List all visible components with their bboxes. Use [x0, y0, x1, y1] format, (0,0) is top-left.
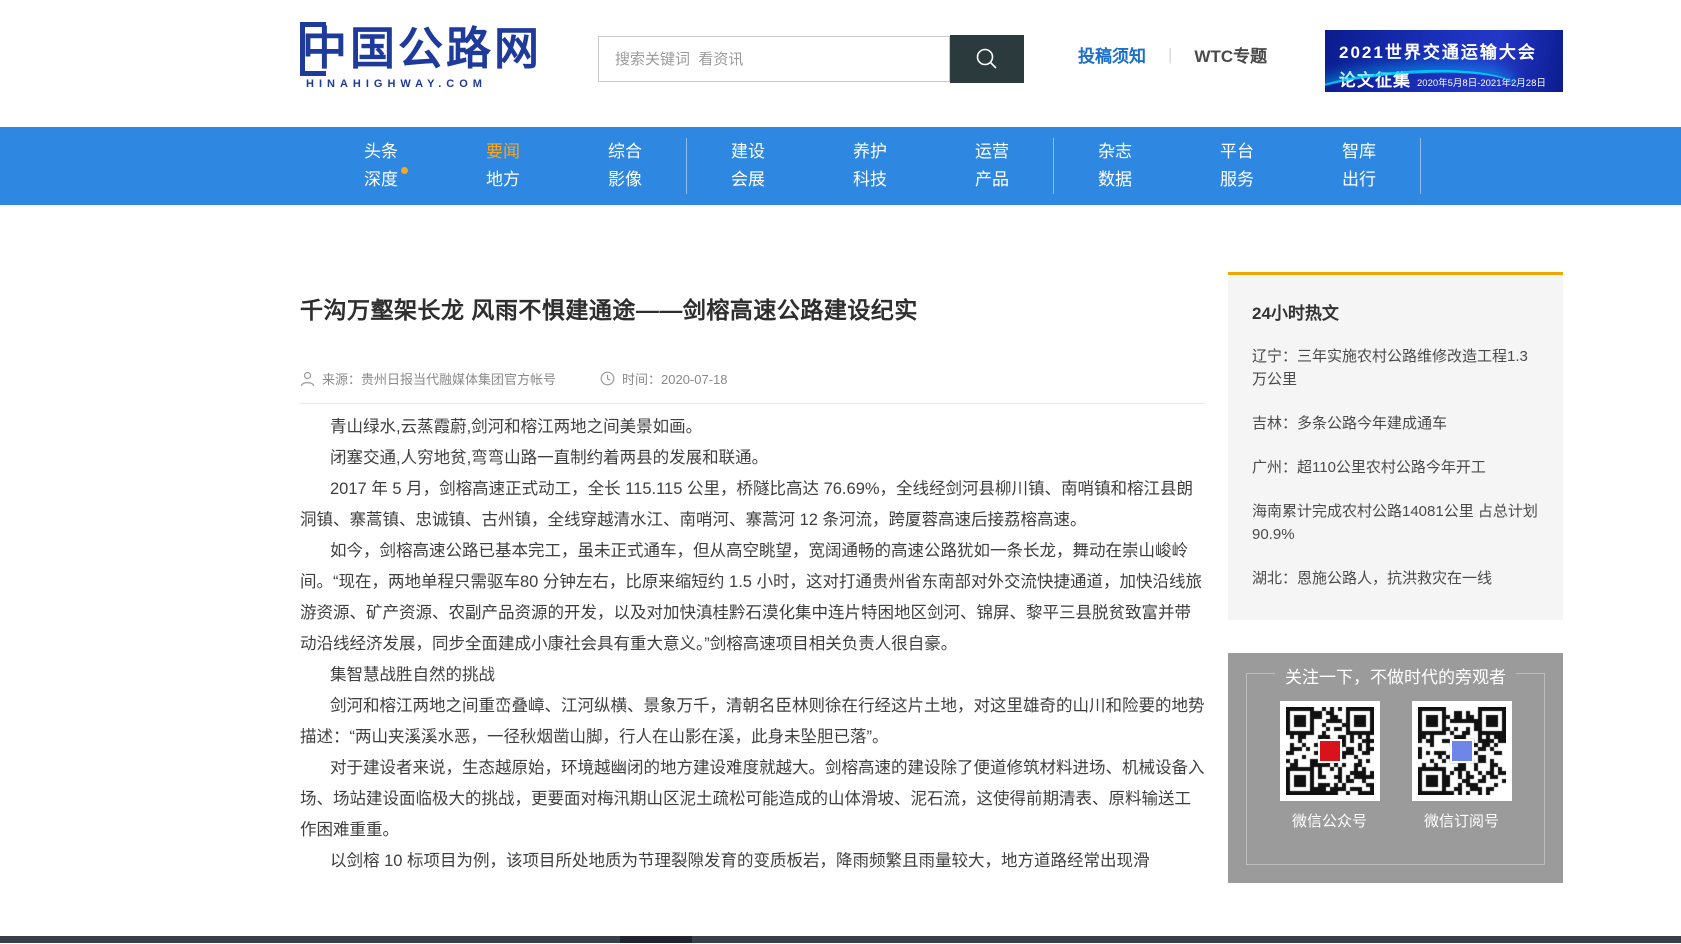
nav-col-general: 综合 影像 [564, 138, 686, 194]
article-paragraph: 剑河和榕江两地之间重峦叠嶂、江河纵横、景象万千，清朝名臣林则徐在行经这片土地，对… [300, 691, 1205, 753]
nav-item-magazine[interactable]: 杂志 [1054, 141, 1176, 163]
logo-domain-text: HINAHIGHWAY.COM [306, 78, 542, 90]
nav-item-operation[interactable]: 运营 [931, 141, 1053, 163]
qr-cell-official: 微信公众号 [1280, 701, 1380, 831]
logo-text: 中国公路网 [302, 24, 542, 74]
nav-item-thinktank[interactable]: 智库 [1298, 141, 1420, 163]
nav-item-maintenance[interactable]: 养护 [809, 141, 931, 163]
nav-col-construction: 建设 会展 [687, 138, 809, 194]
search-bar [598, 36, 1024, 83]
nav-item-topnews-active[interactable]: 要闻 [442, 141, 564, 163]
new-indicator-dot [401, 167, 408, 174]
link-separator: | [1168, 45, 1172, 65]
nav-item-data[interactable]: 数据 [1054, 169, 1176, 191]
wechat-official-qr-code [1280, 701, 1380, 801]
hot-article-link[interactable]: 海南累计完成农村公路14081公里 占总计划90.9% [1252, 500, 1539, 546]
article-meta: 来源：贵州日报当代融媒体集团官方帐号 时间：2020-07-18 [300, 369, 1205, 387]
article-source-text: 来源：贵州日报当代融媒体集团官方帐号 [322, 369, 556, 388]
site-header: 中国公路网 HINAHIGHWAY.COM 投稿须知 | [0, 0, 1681, 127]
search-input[interactable] [598, 36, 950, 82]
article-paragraph: 以剑榕 10 标项目为例，该项目所处地质为节理裂隙发育的变质板岩，降雨频繁且雨量… [300, 846, 1205, 877]
nav-col-platform: 平台 服务 [1176, 138, 1298, 194]
article-paragraph: 对于建设者来说，生态越原始，环境越幽闭的地方建设难度就越大。剑榕高速的建设除了便… [300, 753, 1205, 846]
sidebar: 24小时热文 辽宁：三年实施农村公路维修改造工程1.3万公里 吉林：多条公路今年… [1228, 272, 1563, 883]
hot-articles-panel: 24小时热文 辽宁：三年实施农村公路维修改造工程1.3万公里 吉林：多条公路今年… [1228, 272, 1563, 620]
qr-center-logo-blue [1450, 739, 1474, 763]
header-links: 投稿须知 | WTC专题 [1078, 42, 1267, 67]
nav-group-platform: 杂志 数据 平台 服务 智库 出行 [1054, 138, 1421, 194]
wechat-follow-panel: 关注一下，不做时代的旁观者 微信公众号 [1228, 653, 1563, 883]
nav-item-construction[interactable]: 建设 [687, 141, 809, 163]
nav-col-headlines: 头条 深度 [320, 138, 442, 194]
nav-col-maintenance: 养护 科技 [809, 138, 931, 194]
article-paragraph: 集智慧战胜自然的挑战 [300, 660, 1205, 691]
site-logo[interactable]: 中国公路网 HINAHIGHWAY.COM [300, 22, 542, 90]
nav-col-operation: 运营 产品 [931, 138, 1053, 194]
article-time: 时间：2020-07-18 [600, 369, 728, 388]
qr-label-subscription: 微信订阅号 [1412, 810, 1512, 831]
article-time-text: 时间：2020-07-18 [622, 369, 728, 388]
nav-item-travel[interactable]: 出行 [1298, 169, 1420, 191]
qr-cell-subscription: 微信订阅号 [1412, 701, 1512, 831]
search-icon [974, 46, 1000, 72]
clock-icon [600, 371, 615, 386]
qr-center-logo-red [1318, 739, 1342, 763]
hot-article-link[interactable]: 辽宁：三年实施农村公路维修改造工程1.3万公里 [1252, 345, 1539, 391]
nav-item-local[interactable]: 地方 [442, 169, 564, 191]
nav-col-thinktank: 智库 出行 [1298, 138, 1420, 194]
header-inner: 中国公路网 HINAHIGHWAY.COM 投稿须知 | [300, 0, 1563, 127]
ad-banner-subtitle: 论文征集 [1339, 66, 1411, 91]
wechat-subscription-qr-code [1412, 701, 1512, 801]
ad-banner-title: 2021世界交通运输大会 [1339, 38, 1563, 63]
article-body: 青山绿水,云蒸霞蔚,剑河和榕江两地之间美景如画。 闭塞交通,人穷地贫,弯弯山路一… [300, 412, 1205, 877]
article-paragraph: 如今，剑榕高速公路已基本完工，虽未正式通车，但从高空眺望，宽阔通畅的高速公路犹如… [300, 536, 1205, 660]
nav-item-technology[interactable]: 科技 [809, 169, 931, 191]
logo-row: 中国公路网 [300, 22, 542, 76]
wtc-ad-banner[interactable]: 2021世界交通运输大会 论文征集 2020年5月8日-2021年2月28日 [1325, 30, 1563, 92]
hot-article-link[interactable]: 吉林：多条公路今年建成通车 [1252, 412, 1539, 435]
nav-item-exhibition[interactable]: 会展 [687, 169, 809, 191]
nav-group-news: 头条 深度 要闻 地方 综合 影像 [320, 138, 687, 194]
nav-group-industry: 建设 会展 养护 科技 运营 产品 [687, 138, 1054, 194]
article-source: 来源：贵州日报当代融媒体集团官方帐号 [300, 369, 556, 388]
hot-article-link[interactable]: 广州：超110公里农村公路今年开工 [1252, 456, 1539, 479]
nav-menu: 头条 深度 要闻 地方 综合 影像 建设 会展 养护 [320, 138, 1421, 194]
qr-label-official: 微信公众号 [1280, 810, 1380, 831]
nav-item-platform[interactable]: 平台 [1176, 141, 1298, 163]
article-paragraph: 2017 年 5 月，剑榕高速正式动工，全长 115.115 公里，桥隧比高达 … [300, 474, 1205, 536]
nav-item-general[interactable]: 综合 [564, 141, 686, 163]
article-paragraph: 闭塞交通,人穷地贫,弯弯山路一直制约着两县的发展和联通。 [300, 443, 1205, 474]
qr-code-row: 微信公众号 微信订阅号 [1228, 701, 1563, 831]
ad-banner-subtitle-row: 论文征集 2020年5月8日-2021年2月28日 [1339, 66, 1563, 91]
article-divider [300, 403, 1205, 404]
wtc-topic-link[interactable]: WTC专题 [1194, 42, 1267, 67]
horizontal-scrollbar[interactable] [0, 936, 1681, 943]
search-button[interactable] [950, 35, 1024, 83]
nav-item-service[interactable]: 服务 [1176, 169, 1298, 191]
nav-col-magazine: 杂志 数据 [1054, 138, 1176, 194]
article-title: 千沟万壑架长龙 风雨不惧建通途——剑榕高速公路建设纪实 [300, 205, 1205, 325]
article-paragraph: 青山绿水,云蒸霞蔚,剑河和榕江两地之间美景如画。 [300, 412, 1205, 443]
nav-item-headlines[interactable]: 头条 [320, 141, 442, 163]
scrollbar-thumb[interactable] [620, 936, 692, 943]
hot-article-link[interactable]: 湖北：恩施公路人，抗洪救灾在一线 [1252, 567, 1539, 590]
hot-articles-title: 24小时热文 [1252, 299, 1539, 324]
main-navbar: 头条 深度 要闻 地方 综合 影像 建设 会展 养护 [0, 127, 1681, 205]
nav-item-indepth[interactable]: 深度 [320, 169, 442, 191]
follow-panel-title: 关注一下，不做时代的旁观者 [1228, 663, 1563, 688]
page: 中国公路网 HINAHIGHWAY.COM 投稿须知 | [0, 0, 1681, 944]
nav-item-images[interactable]: 影像 [564, 169, 686, 191]
nav-col-topnews: 要闻 地方 [442, 138, 564, 194]
submission-guide-link[interactable]: 投稿须知 [1078, 42, 1146, 67]
nav-item-products[interactable]: 产品 [931, 169, 1053, 191]
user-icon [300, 371, 315, 387]
ad-banner-date: 2020年5月8日-2021年2月28日 [1417, 75, 1546, 89]
article: 千沟万壑架长龙 风雨不惧建通途——剑榕高速公路建设纪实 来源：贵州日报当代融媒体… [300, 205, 1205, 877]
